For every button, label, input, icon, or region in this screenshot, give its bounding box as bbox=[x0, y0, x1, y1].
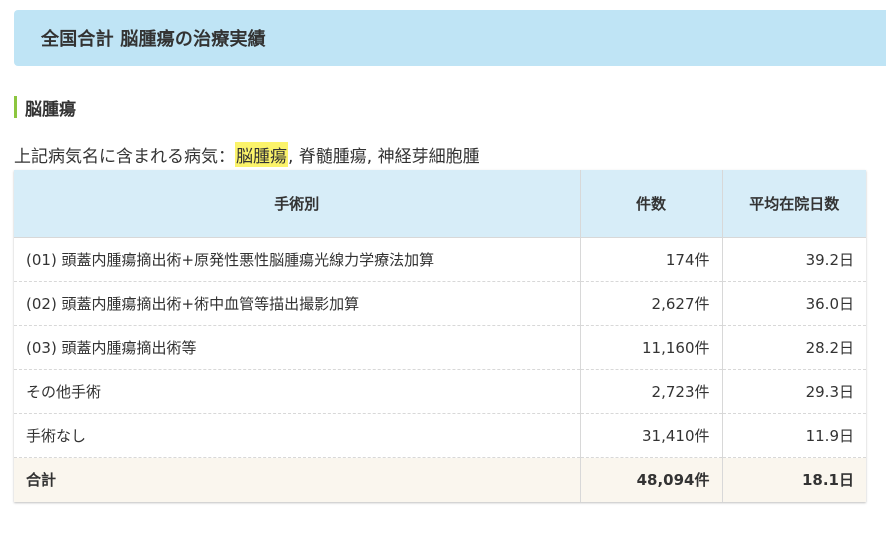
table-row: (03) 頭蓋内腫瘍摘出術等 11,160件 28.2日 bbox=[14, 325, 866, 370]
table-row: (01) 頭蓋内腫瘍摘出術+原発性悪性脳腫瘍光線力学療法加算 174件 39.2… bbox=[14, 237, 866, 282]
highlighted-disease: 脳腫瘍 bbox=[235, 141, 288, 167]
avg-stay: 36.0日 bbox=[722, 281, 866, 326]
case-count: 2,627件 bbox=[580, 281, 723, 326]
table-header-row: 手術別 件数 平均在院日数 bbox=[14, 170, 866, 238]
procedure-name: 手術なし bbox=[14, 413, 581, 458]
avg-stay: 29.3日 bbox=[722, 369, 866, 414]
avg-stay: 39.2日 bbox=[722, 237, 866, 282]
avg-stay: 11.9日 bbox=[722, 413, 866, 458]
case-count: 11,160件 bbox=[580, 325, 723, 370]
page-title: 全国合計 脳腫瘍の治療実績 bbox=[41, 29, 266, 50]
results-table: 手術別 件数 平均在院日数 (01) 頭蓋内腫瘍摘出術+原発性悪性脳腫瘍光線力学… bbox=[14, 170, 866, 502]
total-count: 48,094件 bbox=[580, 457, 723, 502]
included-diseases-rest: , 脊髄腫瘍, 神経芽細胞腫 bbox=[288, 146, 480, 167]
column-header-count: 件数 bbox=[580, 170, 723, 238]
section-accent-bar bbox=[14, 96, 17, 118]
table-row: 手術なし 31,410件 11.9日 bbox=[14, 413, 866, 458]
procedure-name: (03) 頭蓋内腫瘍摘出術等 bbox=[14, 325, 581, 370]
total-label: 合計 bbox=[14, 457, 581, 502]
table-row: (02) 頭蓋内腫瘍摘出術+術中血管等描出撮影加算 2,627件 36.0日 bbox=[14, 281, 866, 326]
column-header-procedure: 手術別 bbox=[14, 170, 581, 238]
procedure-name: (02) 頭蓋内腫瘍摘出術+術中血管等描出撮影加算 bbox=[14, 281, 581, 326]
total-row: 合計 48,094件 18.1日 bbox=[14, 457, 866, 502]
case-count: 2,723件 bbox=[580, 369, 723, 414]
case-count: 174件 bbox=[580, 237, 723, 282]
total-avg-stay: 18.1日 bbox=[722, 457, 866, 502]
page: 全国合計 脳腫瘍の治療実績 脳腫瘍 上記病気名に含まれる病気： 脳腫瘍, 脊髄腫瘍… bbox=[0, 0, 886, 534]
included-diseases-prefix: 上記病気名に含まれる病気： bbox=[14, 146, 235, 167]
header-band: 全国合計 脳腫瘍の治療実績 bbox=[14, 10, 886, 66]
avg-stay: 28.2日 bbox=[722, 325, 866, 370]
table-row: その他手術 2,723件 29.3日 bbox=[14, 369, 866, 414]
procedure-name: (01) 頭蓋内腫瘍摘出術+原発性悪性脳腫瘍光線力学療法加算 bbox=[14, 237, 581, 282]
section-heading: 脳腫瘍 bbox=[14, 95, 76, 120]
section-title: 脳腫瘍 bbox=[25, 99, 76, 120]
procedure-name: その他手術 bbox=[14, 369, 581, 414]
case-count: 31,410件 bbox=[580, 413, 723, 458]
included-diseases: 上記病気名に含まれる病気： 脳腫瘍, 脊髄腫瘍, 神経芽細胞腫 bbox=[14, 141, 480, 167]
column-header-avg-stay: 平均在院日数 bbox=[722, 170, 866, 238]
